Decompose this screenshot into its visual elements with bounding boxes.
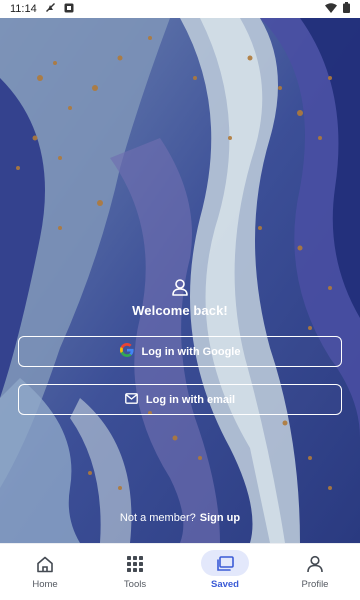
home-icon [35,554,55,574]
notification-icon [45,2,56,16]
nav-label-home: Home [32,579,58,590]
login-google-button[interactable]: Log in with Google [18,336,342,367]
login-google-label: Log in with Google [141,345,241,358]
saved-icon [215,554,235,574]
signup-row: Not a member? Sign up [0,512,360,524]
grid-icon [125,554,145,574]
welcome-heading: Welcome back! [132,303,228,318]
nav-label-profile: Profile [301,579,329,590]
app-screen: 11:14 Welcome back! Log in with Google L… [0,0,360,600]
status-time: 11:14 [10,3,37,15]
nav-item-home[interactable]: Home [0,544,90,600]
app-notification-icon [64,3,74,16]
person-icon [305,554,325,574]
login-email-button[interactable]: Log in with email [18,384,342,415]
signup-link[interactable]: Sign up [200,512,240,524]
nav-item-profile[interactable]: Profile [270,544,360,600]
nav-item-saved[interactable]: Saved [180,544,270,600]
welcome-row: Welcome back! [0,303,360,318]
login-email-label: Log in with email [145,393,236,406]
nav-item-tools[interactable]: Tools [90,544,180,600]
battery-icon [343,2,350,16]
mail-icon [124,392,138,407]
google-logo-icon [119,343,134,360]
bottom-navigation: Home Tools Saved Profile [0,543,360,600]
nav-label-tools: Tools [123,579,147,590]
status-bar: 11:14 [0,0,360,18]
nav-label-saved: Saved [211,579,239,590]
wifi-icon [325,2,337,16]
user-icon [171,278,189,301]
signup-prompt: Not a member? [119,512,196,524]
user-icon-row [0,278,360,301]
